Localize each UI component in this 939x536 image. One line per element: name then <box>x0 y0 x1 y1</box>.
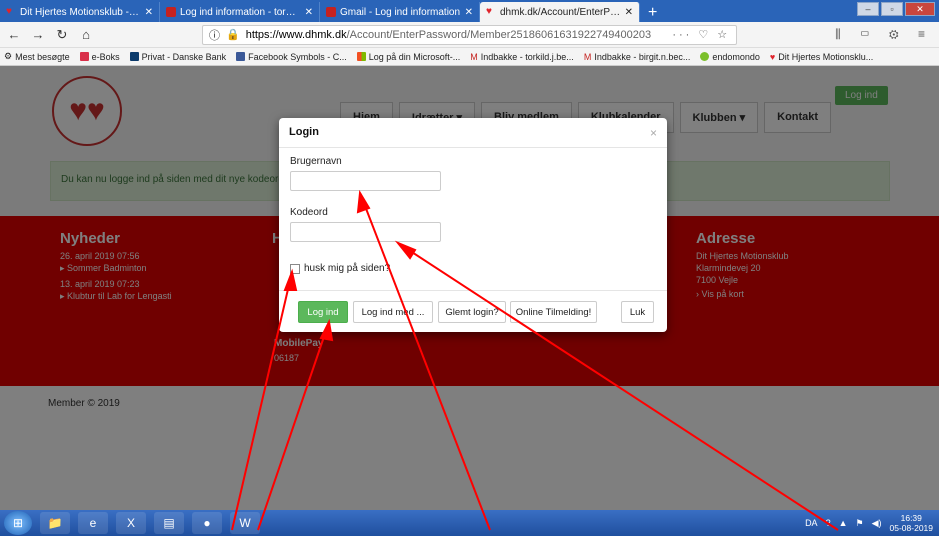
eboks-icon <box>79 52 89 61</box>
heart-icon: ♥ <box>486 6 492 17</box>
gear-icon: ⚙ <box>4 51 13 61</box>
bookmark-item[interactable]: e-Boks <box>79 52 120 62</box>
reload-icon[interactable]: ↻ <box>54 27 70 43</box>
login-modal: Login × Brugernavn Kodeord husk mig på s… <box>279 118 667 332</box>
back-icon[interactable]: ← <box>6 27 22 42</box>
clock-date: 05-08-2019 <box>889 523 933 533</box>
close-icon[interactable]: ✕ <box>465 7 473 18</box>
url-bar[interactable]: ⓘ 🔒 https://www.dhmk.dk/Account/EnterPas… <box>202 24 738 45</box>
browser-tab[interactable]: ♥ Dit Hjertes Motionsklub - moti ✕ <box>0 2 160 22</box>
network-icon[interactable]: ▲ <box>839 518 848 528</box>
close-icon[interactable]: ✕ <box>625 7 633 18</box>
tab-title: Gmail - Log ind information <box>340 6 461 18</box>
lock-icon: 🔒 <box>226 29 240 41</box>
bookmark-item[interactable]: M Indbakke - torkild.j.be... <box>470 52 574 62</box>
bookmark-item[interactable]: M Indbakke - birgit.n.bec... <box>584 52 691 62</box>
login-with-button[interactable]: Log ind med ... <box>353 301 433 323</box>
folder-icon[interactable]: 📁 <box>40 512 70 534</box>
bank-icon <box>129 52 139 61</box>
bookmark-item[interactable]: Log på din Microsoft-... <box>356 52 460 62</box>
username-label: Brugernavn <box>290 156 342 167</box>
bookmark-item[interactable]: Privat - Danske Bank <box>129 52 226 62</box>
url-host: https://www.dhmk.dk <box>245 28 347 41</box>
windows-taskbar: ⊞ 📁 e X ▤ ● W DA ? ▲ ⚑ ◀) 16:39 05-08-20… <box>0 510 939 536</box>
close-window-icon[interactable]: ✕ <box>905 2 935 16</box>
browser-tab-active[interactable]: ♥ dhmk.dk/Account/EnterPassw ✕ <box>480 2 640 22</box>
bookmark-item[interactable]: endomondo <box>700 52 760 62</box>
new-tab-icon[interactable]: + <box>640 4 665 22</box>
remember-checkbox[interactable] <box>290 264 300 274</box>
volume-icon[interactable]: ◀) <box>872 518 882 529</box>
close-icon[interactable]: ✕ <box>145 7 153 18</box>
browser-tab-bar: ♥ Dit Hjertes Motionsklub - moti ✕ Log i… <box>0 0 939 22</box>
facebook-icon <box>236 52 246 61</box>
forward-icon[interactable]: → <box>30 27 46 42</box>
clock[interactable]: 16:39 05-08-2019 <box>890 513 933 533</box>
tab-title: Log ind information - torkild.j <box>180 6 301 18</box>
remember-label: husk mig på siden? <box>304 263 391 274</box>
signup-button[interactable]: Online Tilmelding! <box>510 301 597 323</box>
word-icon[interactable]: W <box>230 512 260 534</box>
bookmark-item[interactable]: Facebook Symbols - C... <box>236 52 347 62</box>
start-icon[interactable]: ⊞ <box>4 511 32 535</box>
username-input[interactable] <box>290 171 441 191</box>
clock-time: 16:39 <box>900 513 922 523</box>
window-controls: – ▫ ✕ <box>857 2 935 16</box>
browser-tab[interactable]: Gmail - Log ind information ✕ <box>320 2 480 22</box>
home-icon[interactable]: ⌂ <box>78 27 94 42</box>
flag-icon[interactable]: ⚑ <box>856 518 864 529</box>
bookmarks-bar: ⚙ Mest besøgte e-Boks Privat - Danske Ban… <box>0 48 939 66</box>
close-icon[interactable]: ✕ <box>305 7 313 18</box>
modal-title: Login <box>279 118 667 148</box>
browser-navbar: ← → ↻ ⌂ ⓘ 🔒 https://www.dhmk.dk/Account/… <box>0 22 939 48</box>
minimize-icon[interactable]: – <box>857 2 879 16</box>
toolbar-icons[interactable]: ⫼ ▭ ⚙ ≡ <box>835 27 933 42</box>
password-label: Kodeord <box>290 207 328 218</box>
gmail-icon: M <box>583 51 592 62</box>
close-icon[interactable]: × <box>650 126 657 140</box>
bookmark-item[interactable]: ⚙ Mest besøgte <box>4 51 70 62</box>
forgot-login-button[interactable]: Glemt login? <box>438 301 506 323</box>
tab-title: dhmk.dk/Account/EnterPassw <box>500 6 621 18</box>
mail-icon <box>166 7 176 17</box>
modal-footer: Log ind Log ind med ... Glemt login? Onl… <box>279 290 667 332</box>
language-indicator[interactable]: DA <box>805 518 818 528</box>
tab-title: Dit Hjertes Motionsklub - moti <box>20 6 141 18</box>
url-path: /Account/EnterPassword/Member25186061631… <box>346 28 652 41</box>
gmail-icon: M <box>470 51 478 62</box>
excel-icon[interactable]: X <box>116 512 146 534</box>
heart-icon: ♥ <box>6 6 12 17</box>
login-button[interactable]: Log ind <box>298 301 348 323</box>
password-input[interactable] <box>290 222 441 242</box>
browser-tab[interactable]: Log ind information - torkild.j ✕ <box>160 2 320 22</box>
page-actions-icon[interactable]: ··· ♡ ☆ <box>672 28 730 41</box>
heart-icon: ♥ <box>769 51 776 62</box>
system-tray: DA ? ▲ ⚑ ◀) 16:39 05-08-2019 <box>805 510 939 536</box>
mail-icon <box>326 7 336 17</box>
info-icon[interactable]: ⓘ <box>209 27 220 43</box>
microsoft-icon <box>356 52 366 61</box>
endomondo-icon <box>700 52 710 61</box>
help-icon[interactable]: ? <box>826 518 831 528</box>
ie-icon[interactable]: e <box>78 512 108 534</box>
firefox-icon[interactable]: ● <box>192 512 222 534</box>
bookmark-item[interactable]: ♥ Dit Hjertes Motionsklu... <box>770 52 873 62</box>
maximize-icon[interactable]: ▫ <box>881 2 903 16</box>
explorer-icon[interactable]: ▤ <box>154 512 184 534</box>
close-button[interactable]: Luk <box>621 301 654 323</box>
